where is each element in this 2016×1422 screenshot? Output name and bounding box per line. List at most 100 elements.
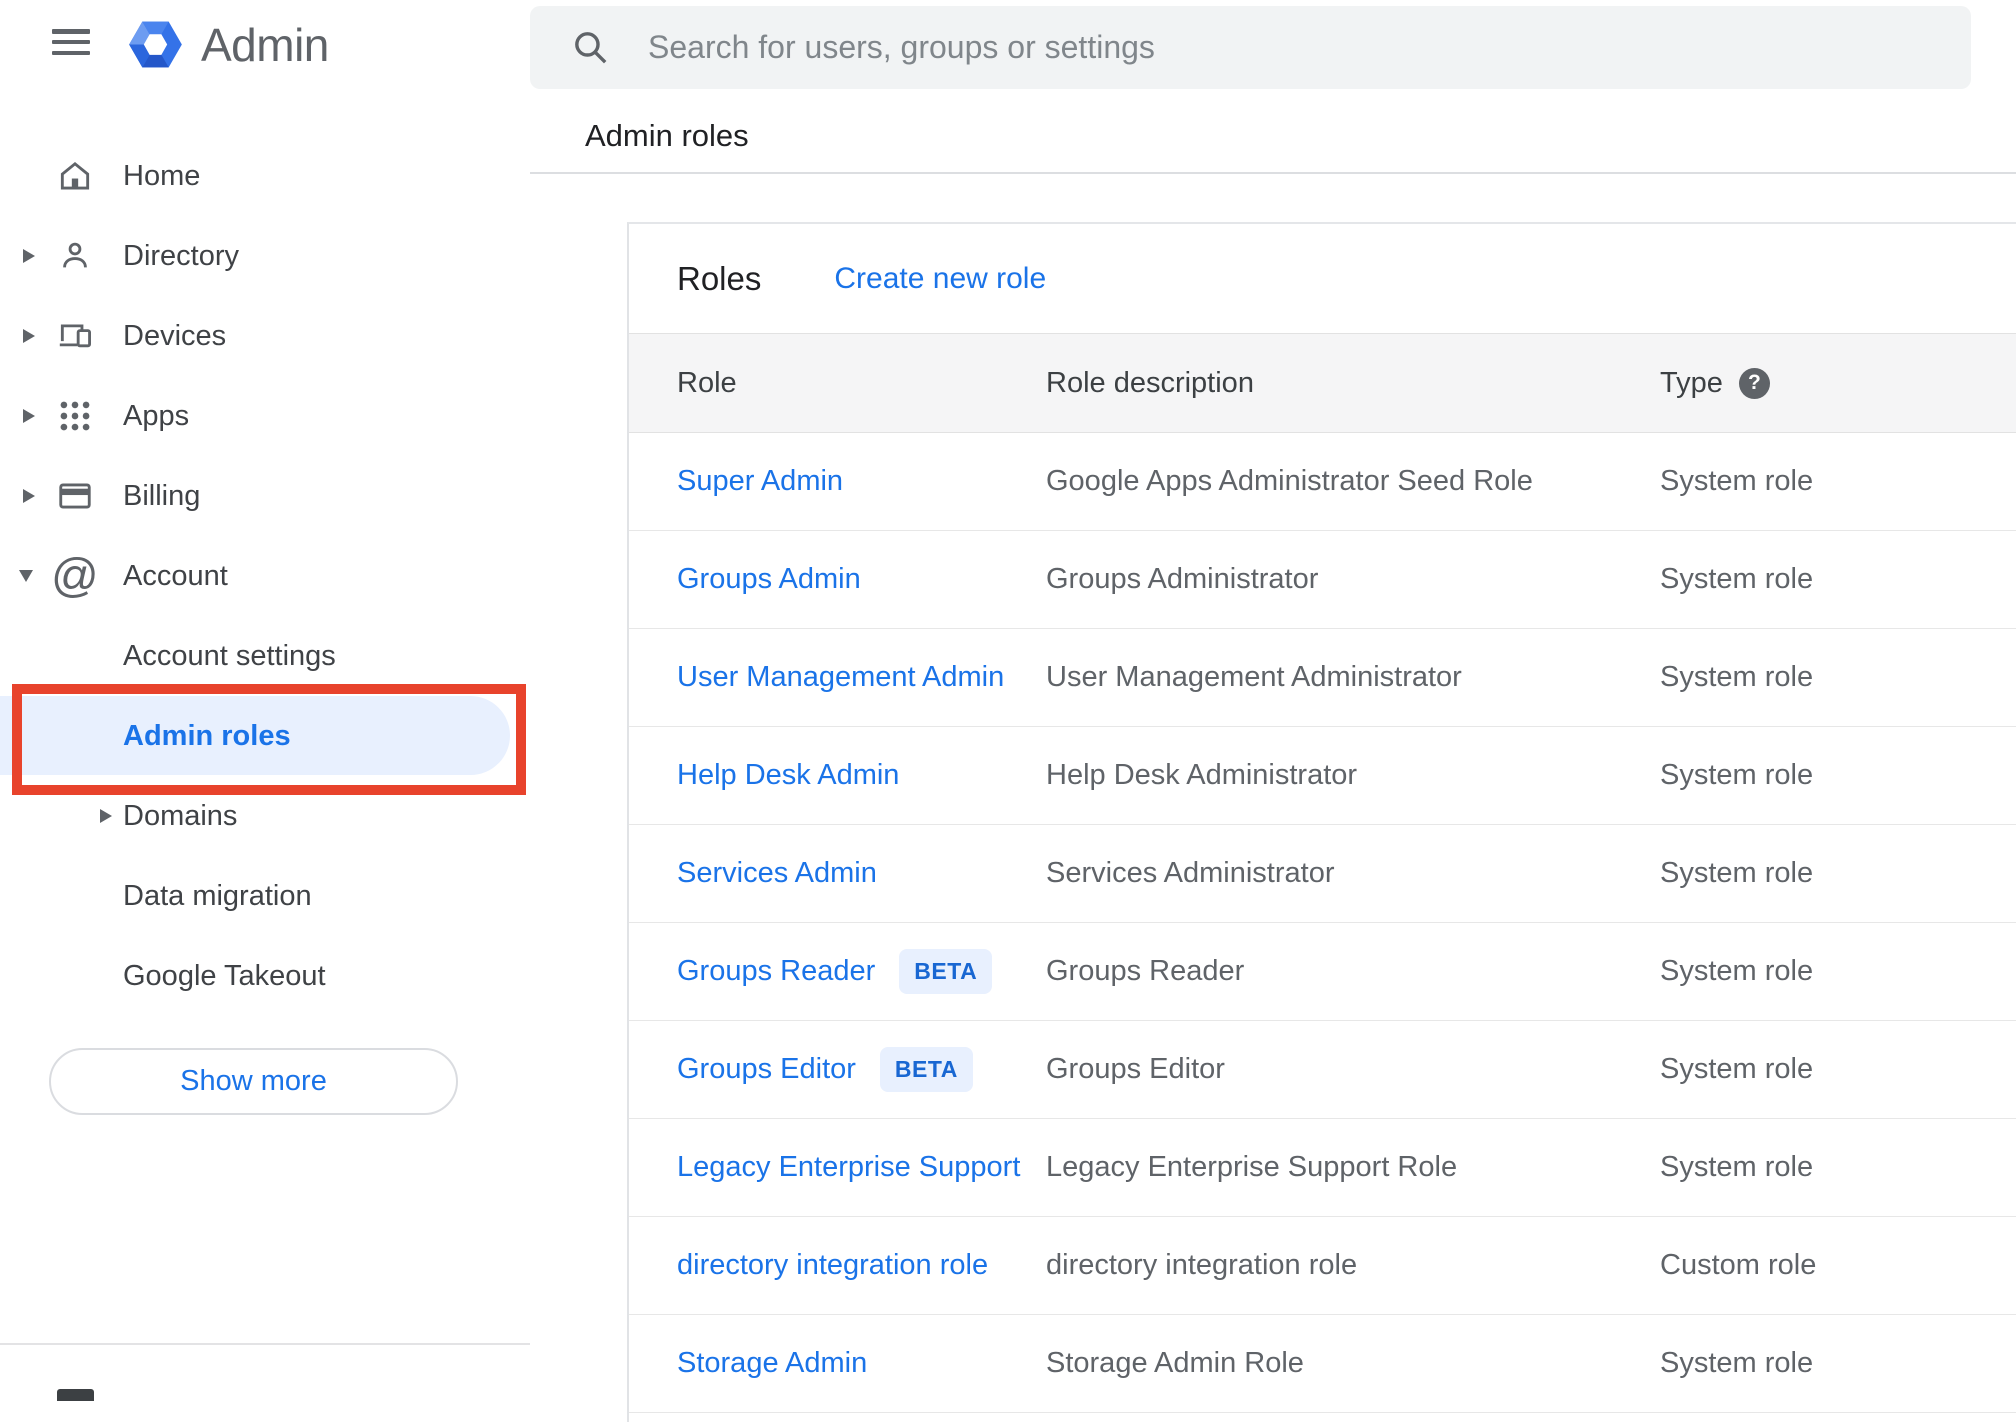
role-type-cell: System role <box>1660 465 1814 497</box>
billing-icon <box>56 477 94 515</box>
sidebar-item-label: Apps <box>123 399 190 432</box>
sidebar-item-label: Directory <box>123 239 240 272</box>
table-row: Services Admin Services Administrator Sy… <box>629 825 2016 923</box>
card-title: Roles <box>677 259 762 297</box>
table-row: Groups Admin Groups Administrator System… <box>629 531 2016 629</box>
sidebar-item-directory[interactable]: Directory <box>0 216 530 296</box>
table-row: directory integration role directory int… <box>629 1217 2016 1315</box>
sidebar-item-admin-roles[interactable]: Admin roles <box>0 696 530 776</box>
breadcrumb-divider <box>530 172 2016 174</box>
sidebar-footer-icon <box>57 1389 94 1401</box>
sidebar-item-label: Account <box>123 559 228 592</box>
show-more-button[interactable]: Show more <box>49 1048 458 1115</box>
table-row: Groups Editor BETA Groups Editor System … <box>629 1021 2016 1119</box>
account-icon: @ <box>51 548 99 602</box>
sidebar-bottom-divider <box>0 1343 530 1345</box>
chevron-right-icon[interactable] <box>23 409 35 423</box>
role-link[interactable]: Super Admin <box>677 465 843 498</box>
directory-icon <box>56 237 94 275</box>
role-type-cell: System role <box>1660 1053 1814 1085</box>
sidebar-item-domains[interactable]: Domains <box>0 776 530 856</box>
role-link[interactable]: Groups Reader <box>677 955 875 988</box>
table-row: Super Admin Google Apps Administrator Se… <box>629 433 2016 531</box>
sidebar-item-data-migration[interactable]: Data migration <box>0 856 530 936</box>
role-type-cell: System role <box>1660 661 1814 693</box>
sidebar-item-label: Admin roles <box>123 719 291 752</box>
role-link[interactable]: directory integration role <box>677 1249 988 1282</box>
create-new-role-link[interactable]: Create new role <box>834 262 1046 296</box>
beta-badge: BETA <box>879 1047 973 1092</box>
role-type-cell: System role <box>1660 955 1814 987</box>
role-link[interactable]: Legacy Enterprise Support <box>677 1151 1020 1184</box>
role-description-cell: Help Desk Administrator <box>1046 759 1358 791</box>
chevron-right-icon[interactable] <box>23 249 35 263</box>
sidebar-item-account-settings[interactable]: Account settings <box>0 616 530 696</box>
table-body: Super Admin Google Apps Administrator Se… <box>629 433 2016 1413</box>
sidebar-item-label: Google Takeout <box>123 959 326 992</box>
sidebar: Admin Home Directory Devices Apps Billin… <box>0 0 530 1401</box>
role-type-cell: System role <box>1660 857 1814 889</box>
role-link[interactable]: Services Admin <box>677 857 877 890</box>
search-icon <box>575 32 607 64</box>
role-description-cell: User Management Administrator <box>1046 661 1462 693</box>
sidebar-nav: Home Directory Devices Apps Billing @ Ac… <box>0 136 530 1016</box>
role-link[interactable]: Groups Editor <box>677 1053 856 1086</box>
sidebar-item-label: Billing <box>123 479 201 512</box>
sidebar-item-apps[interactable]: Apps <box>0 376 530 456</box>
sidebar-item-label: Account settings <box>123 639 336 672</box>
sidebar-item-account[interactable]: @ Account <box>0 536 530 616</box>
chevron-right-icon[interactable] <box>23 329 35 343</box>
table-row: Legacy Enterprise Support Legacy Enterpr… <box>629 1119 2016 1217</box>
admin-logo[interactable]: Admin <box>127 17 329 72</box>
chevron-right-icon[interactable] <box>100 809 112 823</box>
breadcrumb: Admin roles <box>585 118 749 153</box>
home-icon <box>56 157 94 195</box>
role-description-cell: Groups Reader <box>1046 955 1245 987</box>
admin-logo-icon <box>129 21 182 68</box>
role-description-cell: Services Administrator <box>1046 857 1335 889</box>
chevron-down-icon[interactable] <box>19 570 33 582</box>
role-link[interactable]: Storage Admin <box>677 1347 867 1380</box>
role-description-cell: Groups Editor <box>1046 1053 1225 1085</box>
table-row: User Management Admin User Management Ad… <box>629 629 2016 727</box>
table-header-row: Role Role description Type ? <box>629 333 2016 433</box>
sidebar-item-label: Domains <box>123 799 238 832</box>
role-link[interactable]: Help Desk Admin <box>677 759 899 792</box>
sidebar-item-label: Devices <box>123 319 227 352</box>
role-description-cell: Storage Admin Role <box>1046 1347 1304 1379</box>
search-bar[interactable] <box>530 6 1971 89</box>
sidebar-item-label: Data migration <box>123 879 312 912</box>
column-header-role: Role <box>677 366 737 399</box>
table-row: Help Desk Admin Help Desk Administrator … <box>629 727 2016 825</box>
role-description-cell: directory integration role <box>1046 1249 1358 1281</box>
role-link[interactable]: Groups Admin <box>677 563 861 596</box>
sidebar-item-google-takeout[interactable]: Google Takeout <box>0 936 530 1016</box>
help-icon[interactable]: ? <box>1738 367 1770 399</box>
sidebar-item-home[interactable]: Home <box>0 136 530 216</box>
role-description-cell: Legacy Enterprise Support Role <box>1046 1151 1458 1183</box>
card-header: Roles Create new role <box>629 224 2016 333</box>
role-type-cell: System role <box>1660 563 1814 595</box>
search-input[interactable] <box>646 28 1971 67</box>
sidebar-item-devices[interactable]: Devices <box>0 296 530 376</box>
role-description-cell: Google Apps Administrator Seed Role <box>1046 465 1533 497</box>
role-type-cell: Custom role <box>1660 1249 1817 1281</box>
role-link[interactable]: User Management Admin <box>677 661 1004 694</box>
table-row: Storage Admin Storage Admin Role System … <box>629 1315 2016 1413</box>
role-type-cell: System role <box>1660 759 1814 791</box>
menu-icon[interactable] <box>52 29 90 55</box>
admin-logo-text: Admin <box>201 18 329 71</box>
role-description-cell: Groups Administrator <box>1046 563 1319 595</box>
devices-icon <box>56 317 94 355</box>
column-header-role-description: Role description <box>1046 366 1254 399</box>
table-row: Groups Reader BETA Groups Reader System … <box>629 923 2016 1021</box>
roles-card: Roles Create new role Role Role descript… <box>627 222 2016 1422</box>
sidebar-item-label: Home <box>123 159 201 192</box>
column-header-type: Type ? <box>1660 367 2016 400</box>
beta-badge: BETA <box>899 949 993 994</box>
role-type-cell: System role <box>1660 1347 1814 1379</box>
chevron-right-icon[interactable] <box>23 489 35 503</box>
sidebar-item-billing[interactable]: Billing <box>0 456 530 536</box>
role-type-cell: System role <box>1660 1151 1814 1183</box>
apps-icon <box>56 397 94 435</box>
